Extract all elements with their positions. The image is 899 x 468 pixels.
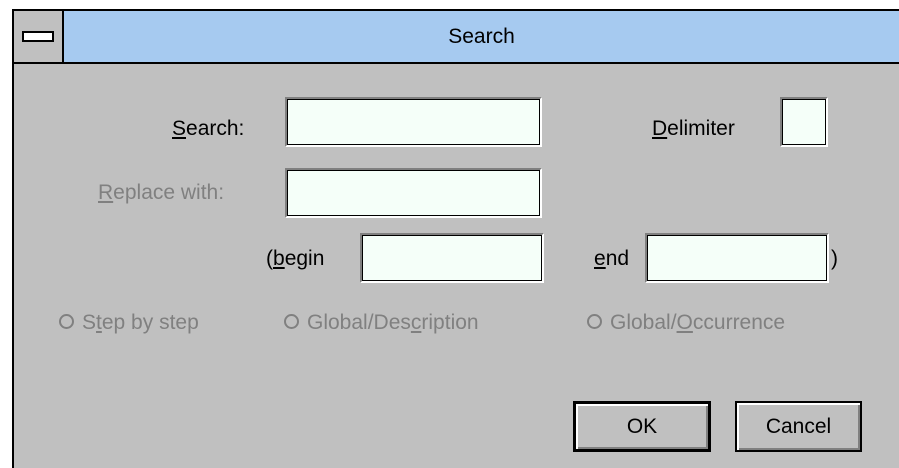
radio-circle-icon	[587, 313, 602, 329]
replace-label: Replace with:	[98, 181, 225, 204]
radio-circle-icon	[59, 313, 74, 329]
delimiter-label: Delimiter	[652, 117, 735, 140]
end-paren: )	[831, 247, 838, 270]
begin-input[interactable]	[360, 233, 544, 283]
system-menu-icon[interactable]	[14, 11, 64, 62]
delimiter-input[interactable]	[780, 97, 828, 147]
end-input[interactable]	[645, 233, 829, 283]
search-input[interactable]	[285, 97, 542, 147]
radio-step-by-step[interactable]: Step by step	[59, 311, 199, 335]
system-menu-bar-icon	[22, 31, 54, 42]
cancel-button[interactable]: Cancel	[735, 401, 862, 452]
radio-global-occurrence[interactable]: Global/Occurrence	[587, 311, 785, 335]
end-label: end	[594, 247, 630, 270]
replace-input[interactable]	[285, 168, 542, 218]
title-bar[interactable]: Search	[14, 11, 899, 64]
begin-label: (begin	[266, 247, 325, 270]
ok-button[interactable]: OK	[573, 401, 711, 452]
dialog-title: Search	[448, 25, 515, 48]
radio-circle-icon	[284, 313, 299, 329]
search-dialog: Search Search: Delimiter Replace with: (…	[12, 9, 899, 468]
search-label: Search:	[172, 117, 245, 140]
radio-global-description[interactable]: Global/Description	[284, 311, 479, 335]
